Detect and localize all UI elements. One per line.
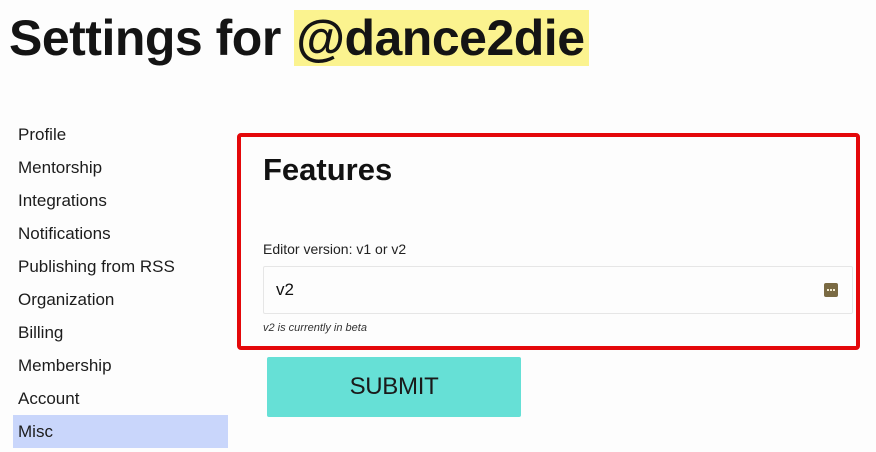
sidebar-item-account[interactable]: Account bbox=[13, 382, 228, 415]
sidebar-item-publishing-from-rss[interactable]: Publishing from RSS bbox=[13, 250, 228, 283]
page-title: Settings for @dance2die bbox=[9, 2, 589, 74]
page-title-prefix: Settings for bbox=[9, 10, 295, 66]
settings-sidebar: Profile Mentorship Integrations Notifica… bbox=[13, 118, 228, 448]
features-heading: Features bbox=[263, 152, 393, 187]
editor-version-value: v2 bbox=[276, 280, 294, 299]
sidebar-item-membership[interactable]: Membership bbox=[13, 349, 228, 382]
editor-version-select[interactable]: v2 bbox=[263, 266, 853, 314]
sidebar-item-notifications[interactable]: Notifications bbox=[13, 217, 228, 250]
sidebar-item-profile[interactable]: Profile bbox=[13, 118, 228, 151]
sidebar-item-billing[interactable]: Billing bbox=[13, 316, 228, 349]
sidebar-item-integrations[interactable]: Integrations bbox=[13, 184, 228, 217]
submit-button[interactable]: SUBMIT bbox=[267, 357, 521, 417]
editor-version-help-text: v2 is currently in beta bbox=[263, 322, 367, 334]
editor-version-label: Editor version: v1 or v2 bbox=[263, 241, 407, 257]
sidebar-item-misc[interactable]: Misc bbox=[13, 415, 228, 448]
username-highlight: @dance2die bbox=[294, 10, 589, 66]
sidebar-item-organization[interactable]: Organization bbox=[13, 283, 228, 316]
sidebar-item-mentorship[interactable]: Mentorship bbox=[13, 151, 228, 184]
select-dropdown-icon bbox=[824, 283, 838, 297]
